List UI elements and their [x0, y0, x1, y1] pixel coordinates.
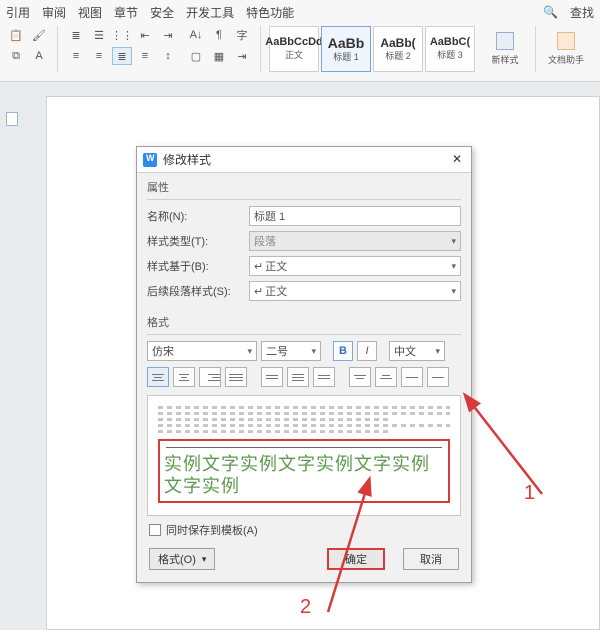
format-menu-button[interactable]: 格式(O)▾: [149, 548, 215, 570]
bullets-icon[interactable]: ≣: [66, 26, 86, 44]
name-input[interactable]: 标题 1: [249, 206, 461, 226]
paste-cluster: 📋 🖌 ⧉ A: [6, 26, 49, 65]
section-title-format: 格式: [147, 314, 461, 330]
based-on-select[interactable]: ↵正文▾: [249, 256, 461, 276]
label-name: 名称(N):: [147, 208, 243, 224]
separator-icon: [260, 26, 261, 72]
save-to-template-label: 同时保存到模板(A): [166, 522, 258, 538]
borders-icon[interactable]: ▦: [209, 47, 229, 65]
shading-icon[interactable]: ▢: [186, 47, 206, 65]
new-style-button[interactable]: 新样式: [483, 26, 527, 72]
ribbon-body: 📋 🖌 ⧉ A ≣ ☰ ⋮⋮ ⇤ ⇥ ≡ ≡ ≣ ≡ ↕: [0, 22, 600, 80]
label-based: 样式基于(B):: [147, 258, 243, 274]
separator-icon: [57, 26, 58, 72]
paragraph-cluster-2: A↓ ¶ 字 ▢ ▦ ⇥: [186, 26, 252, 65]
multilevel-icon[interactable]: ⋮⋮: [112, 26, 132, 44]
tab-view[interactable]: 视图: [78, 4, 102, 21]
close-button[interactable]: ✕: [449, 153, 465, 167]
search-label[interactable]: 查找: [570, 4, 594, 21]
indent-inc-button[interactable]: [375, 367, 397, 387]
indent-left-icon[interactable]: ⇤: [135, 26, 155, 44]
tab-references[interactable]: 引用: [6, 4, 30, 21]
style-preview: 实例文字实例文字实例文字实例文字实例: [147, 395, 461, 516]
doc-assist-button[interactable]: 文档助手: [544, 26, 588, 72]
font-name-select[interactable]: 仿宋▾: [147, 341, 257, 361]
style-heading1[interactable]: AaBb 标题 1: [321, 26, 371, 72]
sort-icon[interactable]: A↓: [186, 26, 206, 44]
indent-dec-button[interactable]: [349, 367, 371, 387]
type-select: 段落▾: [249, 231, 461, 251]
para-before-button[interactable]: [401, 367, 423, 387]
italic-button[interactable]: I: [357, 341, 377, 361]
brush-icon[interactable]: 🖌: [29, 26, 49, 44]
spacing-normal-button[interactable]: [287, 367, 309, 387]
tab-review[interactable]: 审阅: [42, 4, 66, 21]
page-thumb-icon: [6, 112, 18, 126]
spacing-tight-button[interactable]: [261, 367, 283, 387]
style-normal[interactable]: AaBbCcDd 正文: [269, 26, 319, 72]
tab-devtools[interactable]: 开发工具: [186, 4, 234, 21]
showmarks-icon[interactable]: ¶: [209, 26, 229, 44]
following-style-select[interactable]: ↵正文▾: [249, 281, 461, 301]
textdir-icon[interactable]: 字: [232, 26, 252, 44]
modify-style-dialog: 修改样式 ✕ 属性 名称(N): 标题 1 样式类型(T): 段落▾ 样式基于(…: [136, 146, 472, 583]
ribbon: 引用 审阅 视图 章节 安全 开发工具 特色功能 🔍 查找 📋 🖌 ⧉ A ≣ …: [0, 0, 600, 82]
style-heading3[interactable]: AaBbC( 标题 3: [425, 26, 475, 72]
align-left-button[interactable]: [147, 367, 169, 387]
save-to-template-checkbox[interactable]: [149, 524, 161, 536]
label-follow: 后续段落样式(S):: [147, 283, 243, 299]
align-justify-icon[interactable]: ≣: [112, 47, 132, 65]
tabs-icon[interactable]: ⇥: [232, 47, 252, 65]
ok-button[interactable]: 确定: [327, 548, 385, 570]
separator-icon: [535, 26, 536, 72]
format-section: 格式 仿宋▾ 二号▾ B I 中文▾: [137, 308, 471, 582]
tab-features[interactable]: 特色功能: [246, 4, 294, 21]
align-left-icon[interactable]: ≡: [66, 47, 86, 65]
language-select[interactable]: 中文▾: [389, 341, 445, 361]
tab-security[interactable]: 安全: [150, 4, 174, 21]
properties-section: 属性 名称(N): 标题 1 样式类型(T): 段落▾ 样式基于(B): ↵正文…: [137, 173, 471, 308]
style-heading2[interactable]: AaBb( 标题 2: [373, 26, 423, 72]
cancel-button[interactable]: 取消: [403, 548, 459, 570]
section-title-props: 属性: [147, 179, 461, 195]
doc-assist-icon: [557, 32, 575, 50]
font-size-select[interactable]: 二号▾: [261, 341, 321, 361]
align-justify-button[interactable]: [225, 367, 247, 387]
align-right-button[interactable]: [199, 367, 221, 387]
indent-right-icon[interactable]: ⇥: [158, 26, 178, 44]
new-style-icon: [496, 32, 514, 50]
align-center-button[interactable]: [173, 367, 195, 387]
dialog-title: 修改样式: [163, 151, 211, 168]
tab-sections[interactable]: 章节: [114, 4, 138, 21]
align-center-icon[interactable]: ≡: [89, 47, 109, 65]
sample-highlight: 实例文字实例文字实例文字实例文字实例: [158, 439, 450, 503]
align-dist-icon[interactable]: ≡: [135, 47, 155, 65]
paragraph-cluster: ≣ ☰ ⋮⋮ ⇤ ⇥ ≡ ≡ ≣ ≡ ↕: [66, 26, 178, 65]
label-type: 样式类型(T):: [147, 233, 243, 249]
linespacing-icon[interactable]: ↕: [158, 47, 178, 65]
paste-icon[interactable]: 📋: [6, 26, 26, 44]
dialog-titlebar[interactable]: 修改样式 ✕: [137, 147, 471, 173]
save-to-template-row[interactable]: 同时保存到模板(A): [149, 522, 461, 538]
style-gallery: AaBbCcDd 正文 AaBb 标题 1 AaBb( 标题 2 AaBbC( …: [269, 26, 475, 72]
para-after-button[interactable]: [427, 367, 449, 387]
sample-text: 实例文字实例文字实例文字实例文字实例: [164, 454, 444, 497]
spacing-loose-button[interactable]: [313, 367, 335, 387]
copy-icon[interactable]: ⧉: [6, 47, 26, 65]
ribbon-tabs: 引用 审阅 视图 章节 安全 开发工具 特色功能 🔍 查找: [0, 0, 600, 22]
bold-button[interactable]: B: [333, 341, 353, 361]
char-a-icon[interactable]: A: [29, 47, 49, 65]
app-icon: [143, 153, 157, 167]
numbering-icon[interactable]: ☰: [89, 26, 109, 44]
